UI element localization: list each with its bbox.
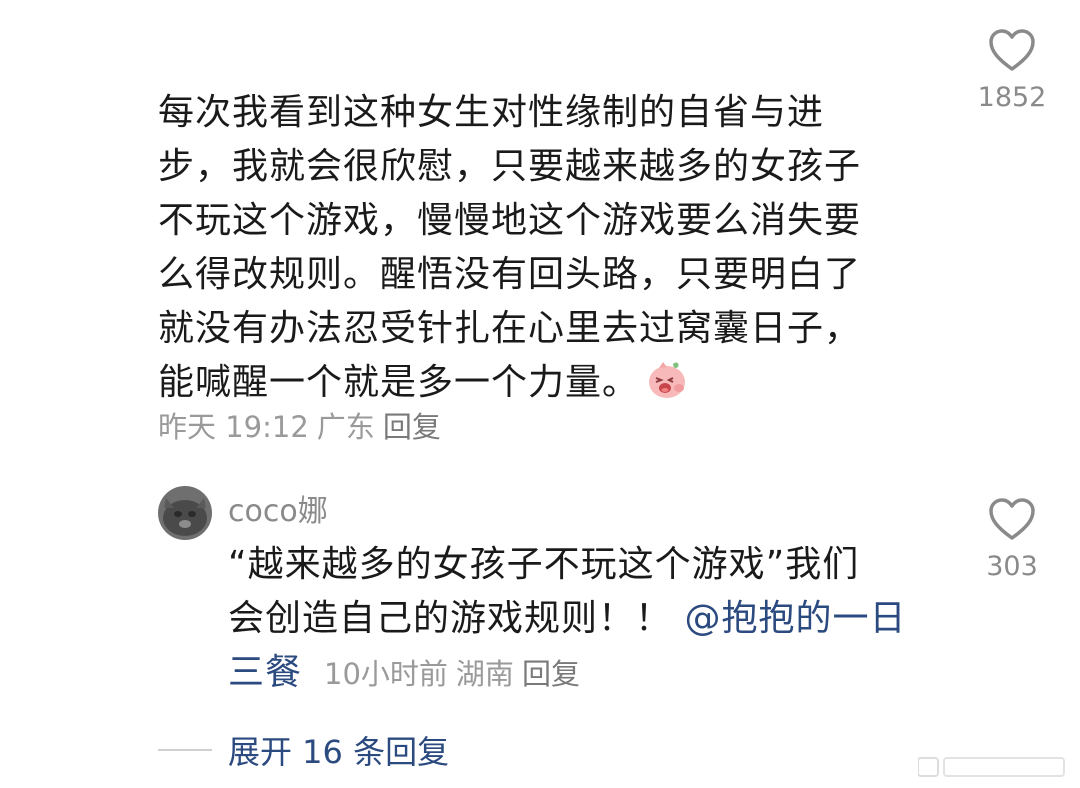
reply-button[interactable]: 回复 (383, 410, 441, 444)
reply-line: 会创造自己的游戏规则！！ @抱抱的一日 (228, 592, 938, 646)
expand-replies-button[interactable]: 展开 16 条回复 (158, 726, 449, 774)
mention-link[interactable]: @抱抱的一日 (684, 598, 906, 639)
comment-line: 每次我看到这种女生对性缘制的自省与进 (158, 92, 825, 133)
reply-text: “越来越多的女孩子不玩这个游戏”我们 会创造自己的游戏规则！！ @抱抱的一日 三… (228, 538, 938, 701)
reply-line: 三餐 10小时前 湖南 回复 (228, 646, 938, 701)
comment-time: 昨天 19:12 (158, 410, 309, 444)
reply-line: “越来越多的女孩子不玩这个游戏”我们 (228, 544, 860, 585)
watermark-logo (918, 757, 1065, 777)
reply-button[interactable]: 回复 (522, 657, 580, 691)
comment-line-last: 能喊醒一个就是多一个力量。 (158, 356, 918, 410)
heart-outline-icon (989, 498, 1035, 540)
reply-location: 湖南 (455, 657, 514, 691)
like-button[interactable]: 1852 (967, 28, 1057, 113)
like-count: 303 (986, 551, 1038, 582)
heart-outline-icon (989, 29, 1035, 71)
comment-line: 就没有办法忍受针扎在心里去过窝囊日子， (158, 308, 862, 349)
mention-link[interactable]: 三餐 (228, 652, 302, 693)
expand-replies-label: 展开 16 条回复 (228, 733, 450, 771)
main-comment-text: 每次我看到这种女生对性缘制的自省与进 步，我就会很欣慰，只要越来越多的女孩子 不… (158, 86, 918, 410)
reply-time: 10小时前 (324, 657, 448, 691)
comment-line: 步，我就会很欣慰，只要越来越多的女孩子 (158, 146, 862, 187)
reply-meta: 10小时前 湖南 回复 (324, 657, 588, 691)
divider-line (158, 749, 212, 751)
like-count: 1852 (977, 82, 1047, 113)
avatar[interactable] (158, 486, 212, 540)
comment-line: 么得改规则。醒悟没有回头路，只要明白了 (158, 254, 862, 295)
comment-line: 能喊醒一个就是多一个力量。 (158, 362, 640, 403)
main-comment-meta: 昨天 19:12 广东 回复 (158, 404, 449, 446)
laughing-pig-emoji-icon (649, 362, 686, 398)
main-comment: 每次我看到这种女生对性缘制的自省与进 步，我就会很欣慰，只要越来越多的女孩子 不… (158, 86, 918, 410)
comment-location: 广东 (316, 410, 375, 444)
reply-text-part: 会创造自己的游戏规则！！ (228, 598, 673, 639)
comment-line: 不玩这个游戏，慢慢地这个游戏要么消失要 (158, 200, 862, 241)
like-button[interactable]: 303 (967, 497, 1057, 582)
cat-avatar-image (158, 486, 212, 540)
reply-username[interactable]: coco娜 (228, 486, 328, 530)
